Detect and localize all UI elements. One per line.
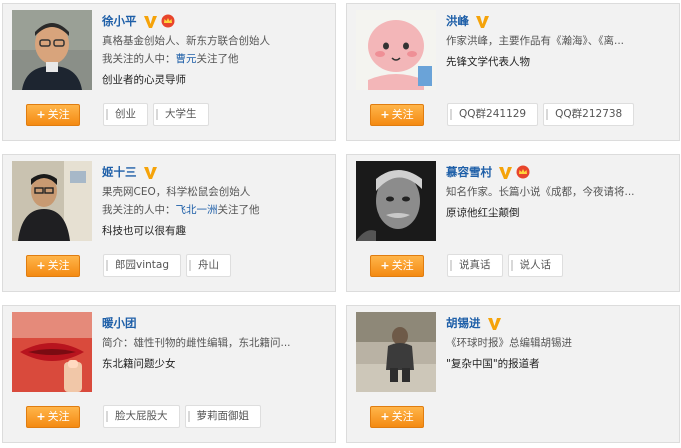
mutual-follow-info: 我关注的人中：飞北一洲关注了他	[102, 203, 330, 217]
plus-icon: +	[36, 259, 46, 272]
follow-label: 关注	[391, 259, 414, 272]
follow-label: 关注	[47, 410, 70, 423]
user-card: 暖小团 简介：雄性刊物的雌性编辑，东北籍问... 东北籍问题少女 + 关注 脸大屁…	[2, 305, 336, 443]
follow-button[interactable]: + 关注	[370, 255, 424, 277]
tag[interactable]: 大学生	[153, 103, 209, 126]
verified-v-icon	[143, 15, 157, 28]
mutual-user-link[interactable]: 曹元	[176, 53, 197, 65]
verified-v-icon	[143, 166, 157, 179]
user-card: 姬十三 果壳网CEO，科学松鼠会创始人 我关注的人中：飞北一洲关注了他 科技也可…	[2, 154, 336, 292]
tag-list: 创业 大学生	[103, 103, 209, 126]
user-card: 洪峰 作家洪峰，主要作品有《瀚海》、《离... 先锋文学代表人物 + 关注 QQ群…	[346, 3, 680, 141]
plus-icon: +	[380, 259, 390, 272]
mutual-prefix: 我关注的人中：	[102, 53, 176, 65]
user-motto: 先锋文学代表人物	[446, 56, 530, 68]
user-motto: 创业者的心灵导师	[102, 74, 186, 86]
user-description: 真格基金创始人、新东方联合创始人	[102, 35, 270, 47]
user-name[interactable]: 徐小平	[102, 13, 137, 29]
user-description: 《环球时报》总编辑胡锡进	[446, 337, 572, 349]
user-motto: 原谅他红尘颠倒	[446, 207, 520, 219]
tag[interactable]: 脸大屁股大	[103, 405, 180, 428]
follow-label: 关注	[47, 108, 70, 121]
user-description: 知名作家。长篇小说《成都，今夜请将...	[446, 186, 635, 198]
follow-label: 关注	[47, 259, 70, 272]
follow-button[interactable]: + 关注	[26, 406, 80, 428]
follow-button[interactable]: + 关注	[26, 255, 80, 277]
user-motto: 东北籍问题少女	[102, 358, 176, 370]
tag[interactable]: 舟山	[186, 254, 232, 277]
mutual-user-link[interactable]: 飞北一洲	[176, 204, 218, 216]
follow-button[interactable]: + 关注	[26, 104, 80, 126]
mutual-follow-info: 我关注的人中：曹元关注了他	[102, 52, 330, 66]
avatar[interactable]	[356, 10, 436, 90]
follow-label: 关注	[391, 410, 414, 423]
tag[interactable]: QQ群212738	[543, 103, 635, 126]
tag[interactable]: 创业	[103, 103, 148, 126]
mutual-suffix: 关注了他	[217, 204, 260, 216]
avatar[interactable]	[12, 161, 92, 241]
tag[interactable]: QQ群241129	[447, 103, 539, 126]
plus-icon: +	[380, 410, 390, 423]
tag[interactable]: 萝莉面御姐	[184, 405, 261, 428]
user-name[interactable]: 姬十三	[102, 164, 137, 180]
follow-button[interactable]: + 关注	[370, 104, 424, 126]
user-card: 胡锡进 《环球时报》总编辑胡锡进 "复杂中国"的报道者 + 关注	[346, 305, 680, 443]
plus-icon: +	[36, 410, 46, 423]
user-card: 慕容雪村 知名作家。长篇小说《成都，今夜请将... 原谅他红尘颠倒 + 关注 说真…	[346, 154, 680, 292]
tag-list: QQ群241129 QQ群212738	[447, 103, 635, 126]
verified-v-icon	[476, 15, 489, 28]
mutual-prefix: 我关注的人中：	[102, 204, 176, 216]
crown-icon	[516, 165, 530, 179]
plus-icon: +	[380, 108, 390, 121]
tag-list: 郎园vintag 舟山	[103, 254, 232, 277]
user-motto: "复杂中国"的报道者	[446, 358, 540, 370]
tag[interactable]: 郎园vintag	[103, 254, 182, 277]
user-description: 作家洪峰，主要作品有《瀚海》、《离...	[446, 35, 625, 47]
tag[interactable]: 说真话	[447, 254, 503, 277]
avatar[interactable]	[356, 312, 436, 392]
user-name[interactable]: 暖小团	[102, 315, 137, 331]
user-card: 徐小平 真格基金创始人、新东方联合创始人 我关注的人中：曹元关注了他 创业者的心…	[2, 3, 336, 141]
avatar[interactable]	[12, 312, 92, 392]
verified-v-icon	[487, 317, 501, 330]
recommended-users-grid: 徐小平 真格基金创始人、新东方联合创始人 我关注的人中：曹元关注了他 创业者的心…	[0, 0, 681, 448]
follow-label: 关注	[391, 108, 414, 121]
follow-button[interactable]: + 关注	[370, 406, 424, 428]
tag-list: 脸大屁股大 萝莉面御姐	[103, 405, 261, 428]
user-description: 果壳网CEO，科学松鼠会创始人	[102, 186, 251, 198]
user-name[interactable]: 胡锡进	[446, 315, 481, 331]
mutual-suffix: 关注了他	[196, 53, 239, 65]
plus-icon: +	[36, 108, 46, 121]
user-description: 简介：雄性刊物的雌性编辑，东北籍问...	[102, 337, 291, 349]
crown-icon	[161, 14, 174, 28]
user-name[interactable]: 洪峰	[446, 13, 469, 29]
user-motto: 科技也可以很有趣	[102, 225, 186, 237]
avatar[interactable]	[12, 10, 92, 90]
user-name[interactable]: 慕容雪村	[446, 164, 492, 180]
avatar[interactable]	[356, 161, 436, 241]
tag-list: 说真话 说人话	[447, 254, 563, 277]
verified-v-icon	[499, 166, 512, 179]
tag[interactable]: 说人话	[507, 254, 563, 277]
